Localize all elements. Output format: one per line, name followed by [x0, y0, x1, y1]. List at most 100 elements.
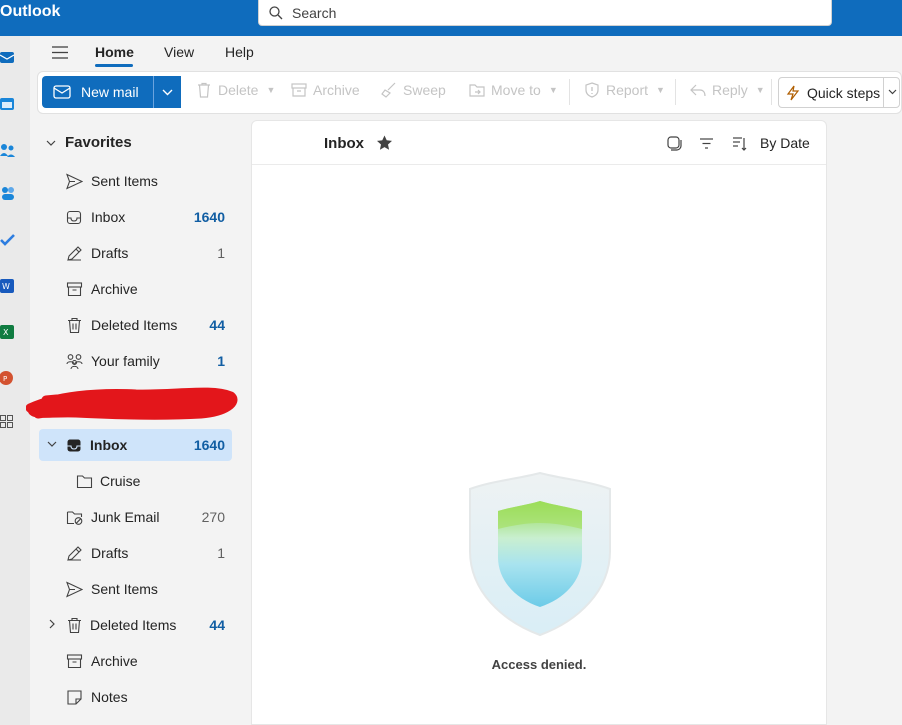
mail-icon — [53, 85, 71, 99]
ribbon-separator — [675, 79, 676, 105]
calendar-app-icon[interactable] — [0, 96, 16, 112]
unread-count: 44 — [209, 317, 225, 333]
svg-text:W: W — [2, 282, 10, 291]
folder-label: Junk Email — [91, 509, 160, 525]
folder-pane: Favorites Sent Items Inbox 1640 Drafts 1… — [26, 120, 244, 725]
pencil-icon — [67, 246, 82, 261]
folder-item-cruise[interactable]: Cruise — [39, 465, 232, 497]
folder-label: Sent Items — [91, 581, 158, 597]
tab-view[interactable]: View — [164, 44, 194, 60]
move-to-button[interactable]: Move to ▼ — [469, 82, 558, 98]
sweep-button[interactable]: Sweep — [381, 82, 446, 98]
chevron-down-icon[interactable] — [888, 89, 897, 95]
redaction-scribble — [26, 387, 238, 420]
report-label: Report — [606, 82, 649, 98]
favorites-header[interactable]: Favorites — [46, 134, 132, 151]
inbox-icon — [67, 439, 81, 452]
folder-item-inbox[interactable]: Inbox 1640 — [39, 429, 232, 461]
folder-item-favorite-family[interactable]: Your family 1 — [39, 345, 232, 377]
quick-steps-button[interactable]: Quick steps — [778, 77, 900, 108]
folder-label: Drafts — [91, 545, 129, 561]
new-mail-dropdown[interactable] — [153, 76, 181, 108]
message-list-header: Inbox By Date — [252, 121, 826, 165]
archive-icon — [66, 654, 83, 669]
chevron-down-icon: ▼ — [755, 85, 765, 95]
more-apps-icon[interactable] — [0, 414, 16, 430]
inbox-icon — [66, 210, 82, 225]
folder-label: Deleted Items — [90, 617, 177, 633]
folder-item-drafts[interactable]: Drafts 1 — [39, 537, 232, 569]
folder-item-favorite-inbox[interactable]: Inbox 1640 — [39, 201, 232, 233]
send-icon — [66, 173, 83, 190]
folder-label: Drafts — [91, 245, 129, 261]
folder-label: Notes — [91, 689, 128, 705]
todo-app-icon[interactable] — [0, 232, 16, 248]
sort-by-date-button[interactable]: By Date — [760, 135, 810, 151]
list-title: Inbox — [324, 135, 364, 152]
shield-warning-icon — [585, 82, 599, 98]
folder-item-favorite-sent[interactable]: Sent Items — [39, 165, 232, 197]
groups-app-icon[interactable] — [0, 186, 16, 202]
lightning-icon — [786, 85, 800, 100]
excel-app-icon[interactable]: X — [0, 324, 16, 340]
folder-count: 1 — [217, 245, 225, 261]
folder-item-deleted[interactable]: Deleted Items 44 — [39, 609, 232, 641]
chevron-down-icon — [46, 140, 56, 146]
top-bar: Outlook Search — [0, 0, 902, 36]
filter-icon[interactable] — [699, 136, 714, 151]
move-to-label: Move to — [491, 82, 541, 98]
reply-label: Reply — [712, 82, 748, 98]
folder-item-notes[interactable]: Notes — [39, 681, 232, 713]
delete-button[interactable]: Delete ▼ — [196, 82, 275, 98]
folder-label: Cruise — [100, 473, 141, 489]
folder-item-sent[interactable]: Sent Items — [39, 573, 232, 605]
folder-item-favorite-deleted[interactable]: Deleted Items 44 — [39, 309, 232, 341]
mail-app-icon[interactable] — [0, 49, 16, 65]
trash-icon — [68, 317, 81, 334]
folder-item-archive[interactable]: Archive — [39, 645, 232, 677]
people-app-icon[interactable] — [0, 142, 16, 158]
unread-count: 1 — [217, 353, 225, 369]
select-all-icon[interactable] — [667, 136, 682, 151]
message-list-pane: Inbox By Date Access denied. — [251, 120, 827, 725]
reply-icon — [690, 84, 706, 97]
send-icon — [66, 581, 83, 598]
powerpoint-app-icon[interactable]: P — [0, 370, 16, 386]
chevron-down-icon: ▼ — [548, 85, 558, 95]
word-app-icon[interactable]: W — [0, 278, 16, 294]
tab-home[interactable]: Home — [95, 44, 134, 60]
ribbon-tabs: Home View Help — [30, 36, 902, 70]
people-icon — [66, 354, 83, 370]
folder-label: Sent Items — [91, 173, 158, 189]
folder-label: Inbox — [90, 437, 128, 453]
chevron-right-icon[interactable] — [47, 619, 57, 629]
search-input[interactable]: Search — [292, 5, 336, 21]
folder-label: Archive — [91, 653, 138, 669]
split-divider — [883, 78, 884, 107]
chevron-down-icon — [162, 89, 173, 95]
chevron-down-icon[interactable] — [47, 439, 57, 449]
folder-count: 1 — [217, 545, 225, 561]
folder-item-favorite-drafts[interactable]: Drafts 1 — [39, 237, 232, 269]
archive-label: Archive — [313, 82, 360, 98]
trash-icon — [198, 82, 210, 98]
folder-item-favorite-archive[interactable]: Archive — [39, 273, 232, 305]
app-title[interactable]: Outlook — [0, 3, 60, 21]
unread-count: 1640 — [193, 437, 225, 453]
search-box[interactable]: Search — [258, 0, 832, 26]
folder-label: Inbox — [91, 209, 126, 225]
ribbon-toolbar: New mail Delete ▼ Archive Sweep Move to ▼ … — [37, 71, 902, 114]
archive-icon — [66, 282, 83, 297]
svg-text:X: X — [3, 328, 9, 337]
reply-button[interactable]: Reply ▼ — [690, 82, 765, 98]
folder-label: Deleted Items — [91, 317, 178, 333]
star-icon[interactable] — [376, 135, 393, 151]
sort-icon[interactable] — [732, 136, 747, 151]
junk-icon — [66, 511, 83, 525]
folder-item-junk[interactable]: Junk Email 270 — [39, 501, 232, 533]
access-denied-message: Access denied. — [491, 657, 587, 672]
tab-help[interactable]: Help — [225, 44, 254, 60]
hamburger-menu-icon[interactable] — [52, 46, 68, 59]
report-button[interactable]: Report ▼ — [584, 82, 665, 98]
archive-button[interactable]: Archive — [291, 82, 360, 98]
